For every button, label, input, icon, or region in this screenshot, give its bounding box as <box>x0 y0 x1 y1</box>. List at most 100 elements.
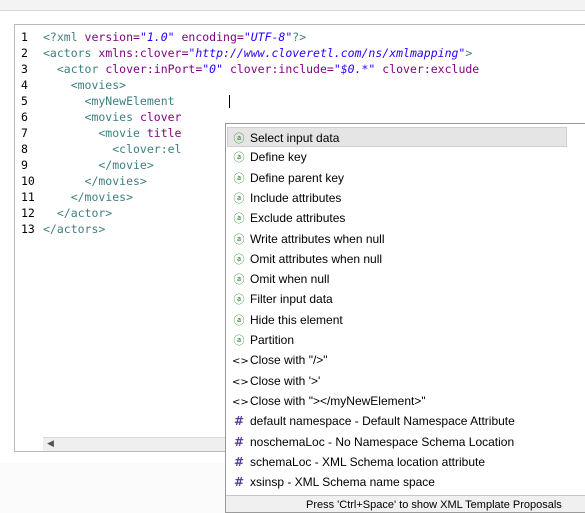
code-token-tag: <?xml <box>43 30 85 44</box>
code-token-attr: clover <box>139 110 182 124</box>
content-assist-popup[interactable]: ⓐ Select input data ⓐ Define key ⓐ Define par… <box>225 123 585 513</box>
attribute-icon: ⓐ <box>233 252 245 266</box>
tag-icon: <> <box>232 356 249 368</box>
attribute-icon: ⓐ <box>233 132 245 145</box>
code-text: <actor clover:inPort="0" clover:include=… <box>43 62 479 76</box>
code-text: <myNewElement <box>43 94 181 108</box>
proposal-label: Close with "/>" <box>250 353 328 368</box>
proposal-label: Hide this element <box>250 312 343 327</box>
attribute-icon: ⓐ <box>233 293 245 307</box>
code-text: </actors> <box>43 222 105 236</box>
attribute-icon: ⓐ <box>233 313 245 327</box>
namespace-icon: # <box>233 414 245 429</box>
proposal-item[interactable]: ⓐ Define parent key <box>228 168 568 188</box>
attribute-icon: ⓐ <box>233 151 245 165</box>
code-text: <?xml version="1.0" encoding="UTF-8"?> <box>43 30 306 44</box>
proposal-label: xsinsp - XML Schema name space <box>250 475 435 490</box>
proposal-item[interactable]: ⓐ Exclude attributes <box>228 208 568 228</box>
proposal-item[interactable]: # schemaLoc - XML Schema location attribu… <box>228 452 568 472</box>
scroll-left-icon[interactable]: ◀ <box>47 439 54 449</box>
proposal-label: Exclude attributes <box>250 211 346 226</box>
code-text: <clover:el <box>43 142 181 156</box>
code-text: <actors xmlns:clover="http://www.clovere… <box>43 46 472 60</box>
proposal-label: Close with "></myNewElement>" <box>250 393 426 408</box>
popup-footer-hint: Press 'Ctrl+Space' to show XML Template … <box>226 495 585 512</box>
code-text: <movie title <box>43 126 181 140</box>
proposal-item[interactable]: ⓐ Omit when null <box>228 269 568 289</box>
namespace-icon: # <box>233 454 245 469</box>
code-token-tag: <clover:el <box>43 142 182 156</box>
line-number: 1 <box>21 30 28 44</box>
code-token-tag: <actors <box>43 46 99 60</box>
code-token-attr: version= <box>84 30 140 44</box>
attribute-icon: ⓐ <box>233 334 245 347</box>
code-token-attr: encoding= <box>174 30 244 44</box>
attribute-icon: ⓐ <box>233 212 245 226</box>
tag-icon: <> <box>232 376 249 388</box>
proposal-label: Omit when null <box>250 272 330 287</box>
code-token-attr: title <box>146 126 182 140</box>
proposal-item[interactable]: ⓐ Filter input data <box>228 289 568 309</box>
code-token-tag: </movie> <box>43 158 154 172</box>
proposal-item[interactable]: <>Close with "/>" <box>228 350 568 370</box>
line-number: 13 <box>21 222 35 236</box>
proposal-item[interactable]: # default namespace - Default Namespace A… <box>228 411 568 431</box>
code-token-tag: </movies> <box>43 190 134 204</box>
proposal-label: default namespace - Default Namespace At… <box>250 414 515 429</box>
proposal-item[interactable]: # xsinsp - XML Schema name space <box>228 472 568 492</box>
proposal-label: Include attributes <box>250 190 342 205</box>
code-token-tag: </actors> <box>43 222 106 236</box>
line-number: 10 <box>21 174 35 188</box>
proposal-item[interactable]: ⓐ Select input data <box>227 127 567 147</box>
top-toolbar-strip <box>0 0 585 11</box>
text-caret <box>229 95 230 108</box>
proposal-label: schemaLoc - XML Schema location attribut… <box>250 454 486 469</box>
code-text: </actor> <box>43 206 112 220</box>
tag-icon: <> <box>232 396 249 408</box>
proposal-label: Close with '>' <box>250 373 321 388</box>
proposal-item[interactable]: # noschemaLoc - No Namespace Schema Locat… <box>228 432 568 452</box>
line-number: 2 <box>21 46 28 60</box>
code-token-tag: </actor> <box>43 206 113 220</box>
line-number: 7 <box>21 126 28 140</box>
proposal-label: Partition <box>250 333 295 347</box>
proposal-label: Select input data <box>250 131 340 145</box>
code-text: </movies> <box>43 174 147 188</box>
code-line: 5 <myNewElement <box>21 93 479 109</box>
code-token-val: "UTF-8" <box>243 30 293 44</box>
line-number: 11 <box>21 190 35 204</box>
code-line: 3 <actor clover:inPort="0" clover:includ… <box>21 61 479 77</box>
code-token-tag: > <box>465 46 473 60</box>
attribute-icon: ⓐ <box>233 273 245 287</box>
code-text: </movies> <box>43 190 133 204</box>
proposal-item[interactable]: ⓐ Write attributes when null <box>228 229 568 249</box>
proposal-label: noschemaLoc - No Namespace Schema Locati… <box>250 434 515 449</box>
code-token-tag: <actor <box>43 62 106 76</box>
line-number: 5 <box>21 94 28 108</box>
code-token-attr: clover:exclude <box>375 62 480 76</box>
code-token-tag: <movies> <box>43 78 127 92</box>
proposal-item[interactable]: ⓐ Include attributes <box>228 188 568 208</box>
line-number: 6 <box>21 110 28 124</box>
code-token-val: "1.0" <box>139 30 175 44</box>
horizontal-scrollbar[interactable]: ◀ <box>43 437 243 451</box>
proposal-label: Define key <box>250 150 307 165</box>
namespace-icon: # <box>233 475 245 490</box>
code-token-val: "http://www.cloveretl.com/ns/xmlmapping" <box>188 46 466 60</box>
proposal-label: Filter input data <box>250 292 333 307</box>
proposal-label: Define parent key <box>250 170 345 185</box>
code-token-tag: <movie <box>43 126 147 140</box>
code-token-tag: <movies <box>43 110 140 124</box>
code-token-tag: <myNewElement <box>43 94 182 108</box>
attribute-icon: ⓐ <box>233 232 245 246</box>
proposal-item[interactable]: <>Close with "></myNewElement>" <box>228 391 568 411</box>
attribute-icon: ⓐ <box>233 191 245 205</box>
code-line: 1 <?xml version="1.0" encoding="UTF-8"?> <box>21 29 479 45</box>
code-token-tag: </movies> <box>43 174 147 188</box>
proposal-item[interactable]: <>Close with '>' <box>228 371 568 391</box>
code-token-attr: clover:inPort= <box>105 62 203 76</box>
proposal-item[interactable]: ⓐ Partition <box>228 330 568 350</box>
proposal-item[interactable]: ⓐ Define key <box>228 147 568 167</box>
proposal-item[interactable]: ⓐ Hide this element <box>228 310 568 330</box>
proposal-item[interactable]: ⓐ Omit attributes when null <box>228 249 568 269</box>
